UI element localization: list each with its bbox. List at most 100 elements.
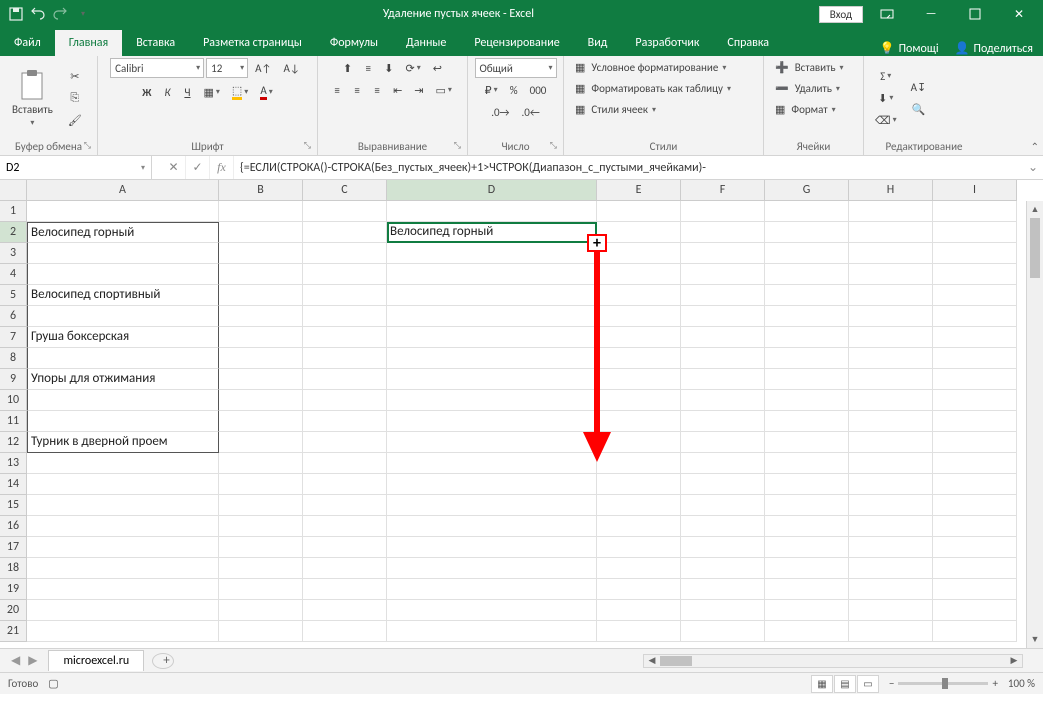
row-header-8[interactable]: 8 [0, 348, 27, 369]
underline-button[interactable]: Ч [178, 82, 196, 102]
cell-B8[interactable] [219, 348, 303, 369]
cell-I12[interactable] [933, 432, 1017, 453]
cell-A14[interactable] [27, 474, 219, 495]
cell-A16[interactable] [27, 516, 219, 537]
cell-H12[interactable] [849, 432, 933, 453]
cell-G4[interactable] [765, 264, 849, 285]
comma-style-icon[interactable]: 000 [525, 80, 552, 100]
close-icon[interactable]: ✕ [999, 0, 1039, 28]
orientation-icon[interactable]: ⟳ [400, 58, 425, 78]
cell-E2[interactable] [597, 222, 681, 243]
cell-E17[interactable] [597, 537, 681, 558]
row-header-17[interactable]: 17 [0, 537, 27, 558]
zoom-level[interactable]: 100 % [1008, 677, 1035, 690]
cell-C8[interactable] [303, 348, 387, 369]
cell-F4[interactable] [681, 264, 765, 285]
cell-A4[interactable] [27, 264, 219, 285]
row-header-15[interactable]: 15 [0, 495, 27, 516]
cell-E4[interactable] [597, 264, 681, 285]
increase-indent-icon[interactable]: ⇥ [409, 80, 428, 100]
cell-I21[interactable] [933, 621, 1017, 642]
cell-G12[interactable] [765, 432, 849, 453]
cell-D19[interactable] [387, 579, 597, 600]
cell-D17[interactable] [387, 537, 597, 558]
select-all-corner[interactable] [0, 180, 27, 201]
cell-B18[interactable] [219, 558, 303, 579]
cell-A9[interactable]: Упоры для отжимания [27, 369, 219, 390]
cell-D15[interactable] [387, 495, 597, 516]
cell-B21[interactable] [219, 621, 303, 642]
tab-page-layout[interactable]: Разметка страницы [189, 30, 316, 56]
cell-C21[interactable] [303, 621, 387, 642]
cell-H5[interactable] [849, 285, 933, 306]
cell-A1[interactable] [27, 201, 219, 222]
cell-B3[interactable] [219, 243, 303, 264]
cell-A19[interactable] [27, 579, 219, 600]
cell-F1[interactable] [681, 201, 765, 222]
qat-customize-icon[interactable] [74, 6, 90, 22]
cell-G18[interactable] [765, 558, 849, 579]
align-right-icon[interactable]: ≡ [368, 80, 386, 100]
cell-G1[interactable] [765, 201, 849, 222]
cell-H15[interactable] [849, 495, 933, 516]
row-header-13[interactable]: 13 [0, 453, 27, 474]
cell-F3[interactable] [681, 243, 765, 264]
cell-H2[interactable] [849, 222, 933, 243]
cell-A21[interactable] [27, 621, 219, 642]
cell-D14[interactable] [387, 474, 597, 495]
cell-I8[interactable] [933, 348, 1017, 369]
align-bottom-icon[interactable]: ⬇ [379, 58, 398, 78]
cell-F12[interactable] [681, 432, 765, 453]
cell-E9[interactable] [597, 369, 681, 390]
cell-A2[interactable]: Велосипед горный [27, 222, 219, 243]
normal-view-icon[interactable]: ▦ [811, 675, 833, 693]
cell-G8[interactable] [765, 348, 849, 369]
cell-B14[interactable] [219, 474, 303, 495]
cell-C9[interactable] [303, 369, 387, 390]
cell-I15[interactable] [933, 495, 1017, 516]
number-format-combo[interactable]: Общий [475, 58, 557, 78]
col-header-I[interactable]: I [933, 180, 1017, 201]
fill-color-icon[interactable]: ⬚ [227, 82, 253, 102]
cell-E18[interactable] [597, 558, 681, 579]
cell-I6[interactable] [933, 306, 1017, 327]
cell-D6[interactable] [387, 306, 597, 327]
cell-G3[interactable] [765, 243, 849, 264]
col-header-H[interactable]: H [849, 180, 933, 201]
tab-view[interactable]: Вид [574, 30, 622, 56]
autosum-icon[interactable]: Σ [870, 66, 902, 86]
cell-E16[interactable] [597, 516, 681, 537]
cell-A15[interactable] [27, 495, 219, 516]
ribbon-display-icon[interactable] [867, 0, 907, 28]
cell-G2[interactable] [765, 222, 849, 243]
cell-E3[interactable] [597, 243, 681, 264]
tab-formulas[interactable]: Формулы [316, 30, 392, 56]
cell-G20[interactable] [765, 600, 849, 621]
cell-C17[interactable] [303, 537, 387, 558]
merge-icon[interactable]: ▭ [431, 80, 457, 100]
cell-F20[interactable] [681, 600, 765, 621]
cell-B10[interactable] [219, 390, 303, 411]
sheet-tab[interactable]: microexcel.ru [48, 650, 144, 671]
tab-home[interactable]: Главная [55, 30, 122, 56]
cell-D12[interactable] [387, 432, 597, 453]
cell-H13[interactable] [849, 453, 933, 474]
cell-G11[interactable] [765, 411, 849, 432]
clear-icon[interactable]: ⌫ [870, 110, 902, 130]
cell-I10[interactable] [933, 390, 1017, 411]
cell-F5[interactable] [681, 285, 765, 306]
formula-input[interactable]: {=ЕСЛИ(СТРОКА()-СТРОКА(Без_пустых_ячеек)… [234, 161, 1023, 175]
tab-developer[interactable]: Разработчик [621, 30, 713, 56]
clipboard-launcher-icon[interactable]: ⤡ [84, 140, 91, 151]
tab-insert[interactable]: Вставка [122, 30, 189, 56]
row-header-9[interactable]: 9 [0, 369, 27, 390]
cell-E1[interactable] [597, 201, 681, 222]
font-size-combo[interactable]: 12 [206, 58, 248, 78]
scroll-right-icon[interactable]: ▶ [1006, 655, 1022, 666]
cell-F7[interactable] [681, 327, 765, 348]
row-header-12[interactable]: 12 [0, 432, 27, 453]
cell-C15[interactable] [303, 495, 387, 516]
cell-H16[interactable] [849, 516, 933, 537]
cell-A12[interactable]: Турник в дверной проем [27, 432, 219, 453]
cell-G19[interactable] [765, 579, 849, 600]
